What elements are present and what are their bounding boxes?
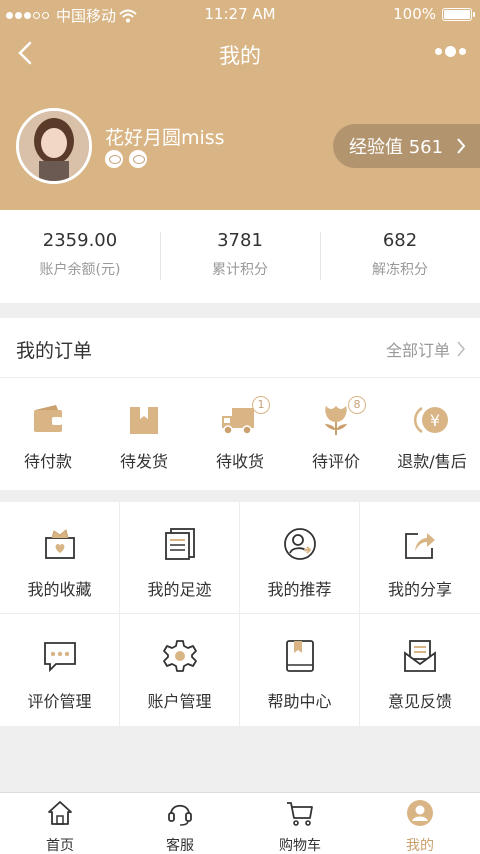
chevron-right-icon [457,341,465,357]
battery-icon [442,7,475,21]
page-title: 我的 [219,44,261,68]
tool-label: 我的推荐 [267,580,332,599]
stat-label: 账户余额(元) [39,262,121,278]
avatar[interactable] [16,108,92,184]
order-label: 待评价 [311,452,360,471]
profile-header: 中国移动 11:27 AM 100% 我的 花好月圆miss 经验值 561 [0,0,480,210]
settings-gear-icon [162,640,197,672]
recommend-icon [283,528,316,560]
order-label: 待付款 [23,452,72,471]
username: 花好月圆miss [105,127,225,149]
tab-mine[interactable]: 我的 [360,793,480,854]
experience-label: 经验值 561 [349,137,444,158]
tool-account-settings[interactable]: 账户管理 [120,614,240,726]
tab-home[interactable]: 首页 [0,793,120,854]
stat-label: 累计积分 [212,262,268,278]
order-to-ship[interactable]: 待发货 [96,378,192,490]
wallet-icon [34,405,62,432]
home-icon [48,801,72,825]
tool-feedback[interactable]: 意见反馈 [360,614,480,726]
user-icon [407,800,433,826]
tool-reviews[interactable]: 评价管理 [0,614,120,726]
order-pending-payment[interactable]: 待付款 [0,378,96,490]
footprint-icon [164,528,195,560]
help-book-icon [285,640,314,672]
tool-label: 帮助中心 [267,692,332,711]
level-badge-icon [105,150,123,168]
svg-text:¥: ¥ [430,411,440,430]
tool-label: 我的足迹 [147,580,212,599]
favorite-box-icon [44,529,75,559]
comment-icon [43,642,76,673]
tab-cart[interactable]: 购物车 [240,793,360,854]
status-bar: 中国移动 11:27 AM 100% [0,0,480,28]
tab-label: 首页 [46,838,74,854]
tool-recommend[interactable]: 我的推荐 [240,502,360,614]
all-orders-link[interactable]: 全部订单 [386,337,466,361]
chevron-right-icon [457,138,466,154]
tools-section: 我的收藏 我的足迹 我的推荐 我的分享 评价管理 账户管理 帮助中心 意见反馈 [0,502,480,726]
stat-value: 3781 [217,230,263,251]
experience-button[interactable]: 经验值 561 [333,124,480,168]
order-label: 退款/售后 [397,452,467,471]
feedback-mail-icon [404,640,436,672]
account-stats: 2359.00 账户余额(元) 3781 累计积分 682 解冻积分 [0,210,480,303]
order-count-badge: 8 [348,396,366,414]
order-refund-aftersale[interactable]: ¥ 退款/售后 [384,378,480,490]
battery-percent: 100% [393,5,436,23]
tool-share[interactable]: 我的分享 [360,502,480,614]
tool-footprints[interactable]: 我的足迹 [120,502,240,614]
tool-help-center[interactable]: 帮助中心 [240,614,360,726]
order-label: 待发货 [119,452,168,471]
total-points-stat[interactable]: 3781 累计积分 [160,210,320,303]
box-icon [130,407,158,434]
tool-label: 我的收藏 [27,580,92,599]
tab-label: 我的 [406,838,434,854]
stat-value: 682 [382,230,418,251]
share-icon [405,533,435,559]
headset-icon [168,804,192,826]
cart-icon [287,802,313,826]
nav-bar: 我的 [0,28,480,80]
order-label: 待收货 [215,452,264,471]
tab-label: 客服 [166,838,194,854]
tab-label: 购物车 [279,838,321,854]
orders-section: 我的订单 全部订单 待付款 待发货 1 待收货 8 待评价 ¥ 退款/售后 [0,318,480,490]
refund-icon: ¥ [413,406,448,434]
tool-label: 意见反馈 [387,692,452,711]
member-badges [105,150,147,168]
order-to-review[interactable]: 8 待评价 [288,378,384,490]
tool-favorites[interactable]: 我的收藏 [0,502,120,614]
unfrozen-points-stat[interactable]: 682 解冻积分 [320,210,480,303]
orders-title: 我的订单 [16,340,93,362]
orders-header: 我的订单 全部订单 [0,318,480,378]
stat-value: 2359.00 [42,230,118,251]
stat-label: 解冻积分 [372,262,428,278]
level-badge-icon [129,150,147,168]
bottom-tab-bar: 首页 客服 购物车 我的 [0,792,480,854]
tool-label: 评价管理 [27,692,92,711]
tab-customer-service[interactable]: 客服 [120,793,240,854]
tool-label: 我的分享 [387,580,452,599]
tool-label: 账户管理 [147,692,212,711]
balance-stat[interactable]: 2359.00 账户余额(元) [0,210,160,303]
all-orders-label: 全部订单 [385,341,450,360]
avatar-image [19,111,89,181]
order-to-receive[interactable]: 1 待收货 [192,378,288,490]
order-count-badge: 1 [252,396,270,414]
more-options-icon[interactable] [435,46,466,57]
